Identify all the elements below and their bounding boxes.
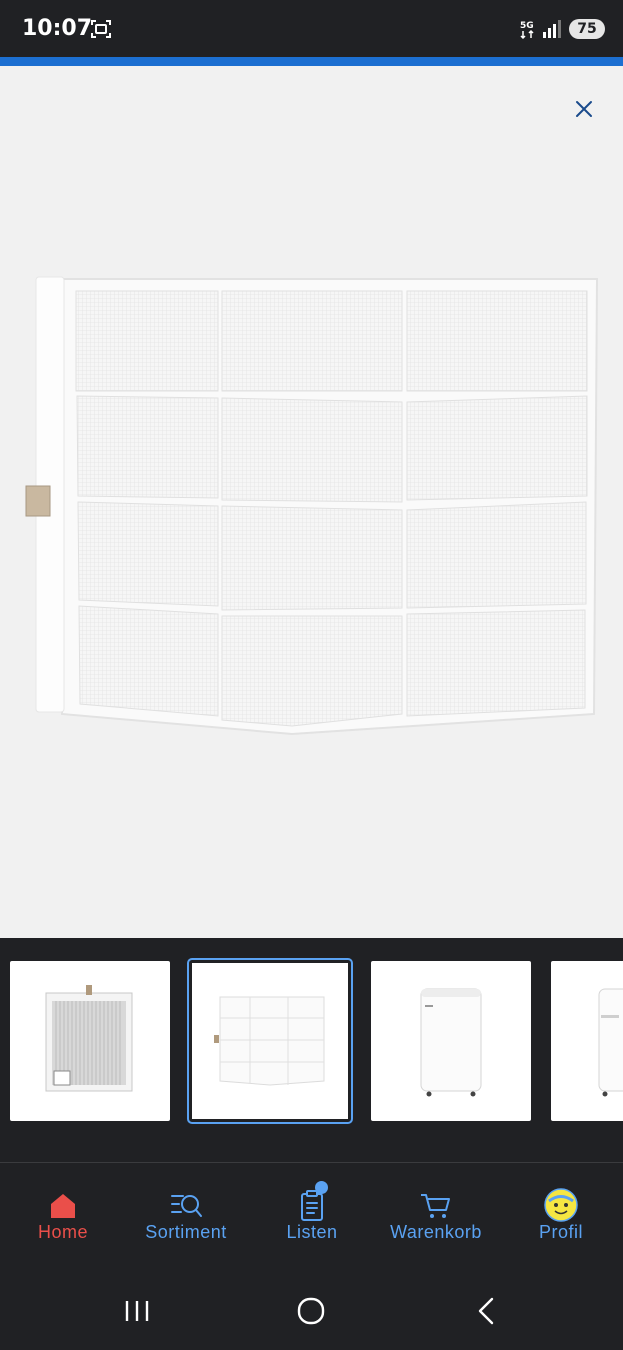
- thumbnail-air-conditioner-side[interactable]: [551, 961, 623, 1121]
- product-image: [25, 276, 599, 736]
- search-list-icon: [171, 1195, 202, 1217]
- thumbnail-image: [45, 985, 133, 1092]
- nav-profil[interactable]: Profil: [515, 1163, 607, 1271]
- status-time: 10:07: [22, 16, 93, 41]
- nav-profil-label: Profil: [538, 1222, 583, 1242]
- nav-listen[interactable]: Listen: [266, 1163, 358, 1271]
- nav-sortiment-label: Sortiment: [145, 1222, 227, 1242]
- recent-apps-icon[interactable]: [119, 1293, 155, 1329]
- home-icon: [51, 1194, 75, 1218]
- network-label: 5G: [520, 21, 534, 31]
- thumbnail-image: [420, 988, 482, 1097]
- accent-strip: [0, 57, 623, 66]
- profile-avatar-icon: [544, 1188, 578, 1222]
- thumbnail-filter-panel[interactable]: [187, 958, 353, 1124]
- nav-sortiment[interactable]: Sortiment: [131, 1163, 241, 1271]
- battery-indicator: 75: [569, 19, 605, 39]
- thumbnail-strip[interactable]: [0, 938, 623, 1162]
- thumbnail-filter-back-view[interactable]: [10, 961, 170, 1121]
- home-button-icon[interactable]: [293, 1293, 329, 1329]
- thumbnail-image: [598, 988, 623, 1097]
- nav-warenkorb[interactable]: Warenkorb: [381, 1163, 491, 1271]
- close-icon[interactable]: [568, 93, 600, 125]
- system-navigation-bar: [0, 1271, 623, 1350]
- bottom-navigation: Home Sortiment Listen Warenkorb Profil: [0, 1163, 623, 1271]
- status-bar: 10:07 5G 75: [0, 0, 623, 57]
- thumbnail-air-conditioner-front[interactable]: [371, 961, 531, 1121]
- image-viewer[interactable]: [0, 66, 623, 938]
- screen-capture-icon: [91, 20, 111, 38]
- notification-badge: [315, 1181, 328, 1194]
- nav-listen-label: Listen: [286, 1222, 338, 1242]
- nav-warenkorb-label: Warenkorb: [390, 1222, 482, 1242]
- thumbnail-image: [214, 996, 325, 1086]
- back-icon[interactable]: [468, 1293, 504, 1329]
- network-signal-icon: 5G: [520, 20, 561, 40]
- cart-icon: [421, 1194, 450, 1218]
- nav-home-label: Home: [37, 1222, 88, 1242]
- nav-home[interactable]: Home: [13, 1163, 113, 1271]
